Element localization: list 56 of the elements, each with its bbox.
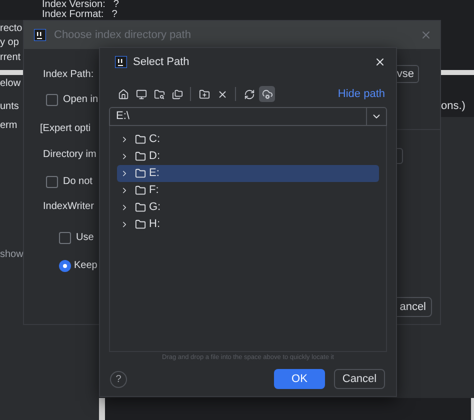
background-text: erm	[0, 119, 18, 132]
option-label: Open in	[63, 93, 98, 106]
background-text: unts	[0, 100, 19, 113]
folder-icon	[135, 185, 146, 196]
section-label: Directory im	[43, 148, 96, 161]
path-field[interactable]: E:\	[109, 107, 387, 126]
option-label: Keep	[74, 259, 98, 272]
progress-strip	[441, 70, 474, 75]
window-title: Select Path	[133, 54, 190, 70]
background-text: y op	[0, 36, 19, 49]
close-icon	[374, 56, 386, 68]
window-title: Choose index directory path	[54, 28, 192, 43]
info-value: ?	[113, 0, 119, 10]
close-icon	[420, 29, 432, 41]
info-label: Index Version:	[42, 0, 106, 10]
help-button[interactable]: ?	[110, 370, 127, 388]
info-label: Index Format:	[42, 10, 104, 19]
background-text: recto	[0, 22, 22, 35]
path-value: E:\	[115, 109, 130, 124]
background-text: show	[0, 248, 24, 261]
ok-button[interactable]: OK	[274, 369, 325, 389]
hide-path-link[interactable]: Hide path	[338, 86, 385, 102]
progress-strip	[0, 70, 23, 75]
tree-item[interactable]: H:	[117, 216, 379, 233]
app-logo-icon	[115, 56, 127, 68]
option-label: Do not	[63, 175, 92, 188]
checkbox[interactable]	[46, 94, 58, 106]
drive-label: H:	[149, 217, 160, 232]
tree-item[interactable]: F:	[117, 182, 379, 199]
tree-item[interactable]: G:	[117, 199, 379, 216]
folder-icon	[135, 168, 146, 179]
checkbox[interactable]	[59, 232, 71, 244]
field-label: Index Path:	[43, 68, 94, 82]
tree-item[interactable]: E:	[117, 165, 379, 182]
cloud-icon[interactable]	[259, 86, 275, 102]
tree-item[interactable]: C:	[117, 131, 379, 148]
drive-label: E:	[149, 166, 160, 182]
folder-icon	[135, 202, 146, 213]
checkbox[interactable]	[46, 176, 58, 188]
folder-icon	[135, 219, 146, 230]
drive-label: D:	[149, 149, 160, 164]
background-text: elow	[0, 77, 21, 90]
app-logo-icon	[34, 29, 46, 41]
cancel-button[interactable]: Cancel	[334, 369, 385, 389]
info-value: ?	[112, 10, 118, 19]
tree-item[interactable]: D:	[117, 148, 379, 165]
drive-label: F:	[149, 183, 159, 198]
section-label: IndexWriter	[43, 200, 94, 213]
background-text: ons.)	[441, 100, 466, 113]
section-label: [Expert opti	[40, 122, 91, 135]
folder-icon	[135, 134, 146, 145]
drive-label: C:	[149, 132, 160, 148]
option-label: Use	[76, 231, 94, 244]
drive-label: G:	[149, 200, 161, 216]
folder-icon	[135, 151, 146, 162]
background-text: rrent	[0, 51, 21, 64]
